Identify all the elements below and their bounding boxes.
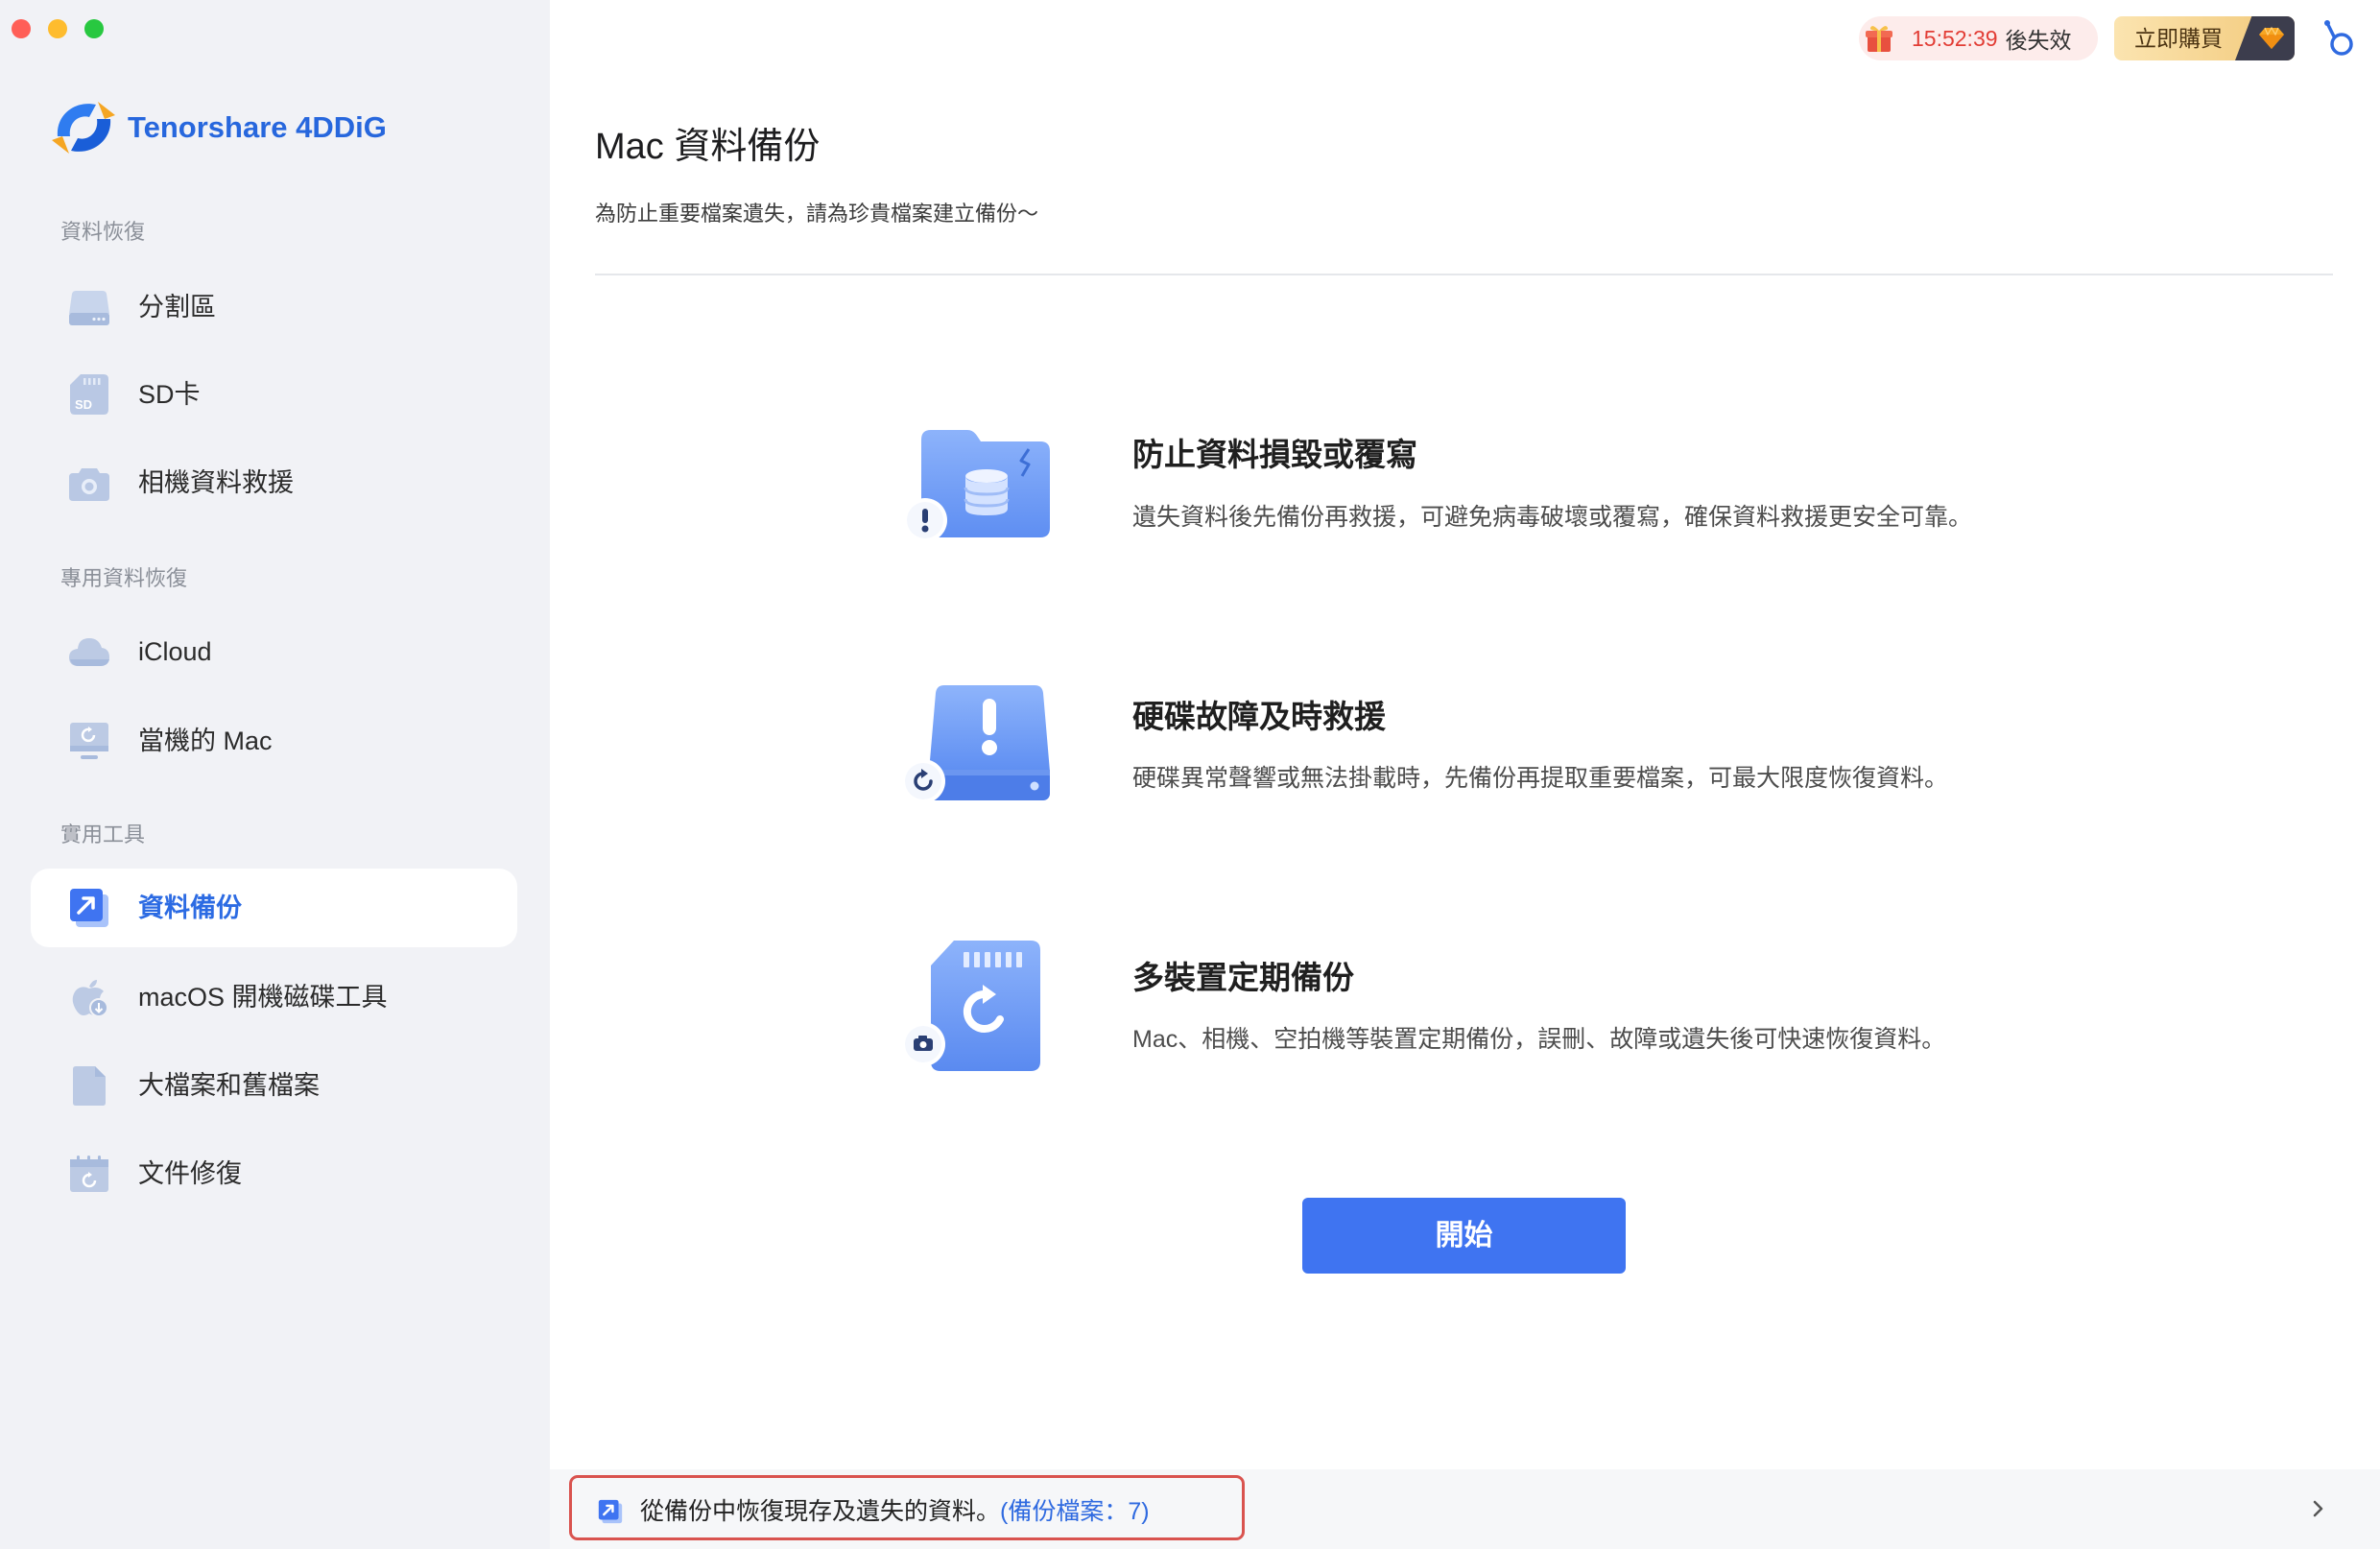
sd-icon-label: SD (75, 397, 92, 412)
window-close-button[interactable] (12, 19, 31, 38)
4ddig-logo-icon (52, 102, 115, 154)
section-label-data-recovery: 資料恢復 (60, 220, 146, 244)
buy-now-button[interactable]: 立即購買 (2114, 16, 2295, 60)
feature-description: 遺失資料後先備份再救援，可避免病毒破壞或覆寫，確保資料救援更安全可靠。 (1132, 504, 1973, 531)
window-zoom-button[interactable] (84, 19, 104, 38)
backup-files-count-link[interactable]: (備份檔案：7) (1000, 1498, 1150, 1525)
restore-from-backup-label: 從備份中恢復現存及遺失的資料。 (640, 1498, 1001, 1525)
header-divider (595, 274, 2333, 275)
sidebar-item-document-repair[interactable]: 文件修復 (31, 1134, 517, 1213)
restore-from-backup-text: 從備份中恢復現存及遺失的資料。(備份檔案：7) (640, 1493, 1150, 1530)
sidebar-item-label: macOS 開機磁碟工具 (138, 983, 388, 1012)
promo-countdown-badge[interactable]: 15:52:39 後失效 (1859, 16, 2098, 60)
start-button[interactable]: 開始 (1302, 1198, 1626, 1274)
file-icon (73, 1066, 106, 1106)
countdown-suffix: 後失效 (2005, 28, 2072, 53)
folder-database-icon (903, 430, 1050, 542)
sidebar-item-large-old-files[interactable]: 大檔案和舊檔案 (31, 1046, 517, 1125)
sidebar-item-icloud[interactable]: iCloud (31, 612, 517, 691)
sidebar-item-label: 相機資料救援 (138, 468, 294, 497)
chevron-right-icon[interactable] (2308, 1497, 2327, 1520)
sidebar-item-crashed-mac[interactable]: 當機的 Mac (31, 702, 517, 780)
sidebar-item-label: 文件修復 (138, 1159, 242, 1188)
sidebar-item-sd-card[interactable]: SD SD卡 (31, 355, 517, 434)
sidebar-item-macos-boot-disk[interactable]: macOS 開機磁碟工具 (31, 958, 517, 1037)
window-minimize-button[interactable] (48, 19, 67, 38)
sidebar-item-label: 當機的 Mac (138, 727, 273, 755)
feature-description: 硬碟異常聲響或無法掛載時，先備份再提取重要檔案，可最大限度恢復資料。 (1132, 765, 1949, 792)
drive-icon (69, 291, 109, 325)
section-label-utilities: 實用工具 (60, 822, 146, 846)
buy-badge (2235, 16, 2295, 60)
feature-description: Mac、相機、空拍機等裝置定期備份，誤刪、故障或遺失後可快速恢復資料。 (1132, 1026, 1946, 1053)
sidebar-item-camera-recovery[interactable]: 相機資料救援 (31, 443, 517, 522)
gift-icon (1866, 26, 1892, 52)
sidebar-item-label: 大檔案和舊檔案 (138, 1071, 320, 1100)
camera-icon (69, 468, 109, 501)
page-title: Mac 資料備份 (595, 127, 821, 167)
sidebar-item-label: 分割區 (138, 293, 216, 322)
sidebar-item-label: SD卡 (138, 380, 201, 409)
account-icon[interactable] (2319, 17, 2357, 58)
brand-name: Tenorshare 4DDiG (128, 110, 387, 144)
cloud-icon (69, 638, 109, 666)
sidebar: Tenorshare 4DDiG 資料恢復 分割區 SD SD卡 相機資料救援 … (0, 0, 550, 1549)
sidebar-item-label: 資料備份 (138, 894, 242, 922)
feature-title: 防止資料損毀或覆寫 (1132, 437, 1417, 472)
crashed-mac-icon (70, 723, 108, 759)
apple-disk-icon (72, 980, 108, 1017)
page-subtitle: 為防止重要檔案遺失，請為珍貴檔案建立備份～ (595, 202, 1039, 226)
sidebar-item-partition[interactable]: 分割區 (31, 268, 517, 346)
document-repair-icon (70, 1156, 108, 1192)
feature-title: 多裝置定期備份 (1132, 960, 1354, 995)
backup-restore-icon (598, 1499, 623, 1524)
sidebar-item-data-backup[interactable]: 資料備份 (31, 869, 517, 947)
countdown-time: 15:52:39 (1912, 25, 1998, 51)
sd-card-restore-icon (901, 941, 1040, 1071)
diamond-icon (2259, 26, 2284, 49)
sd-card-icon: SD (70, 374, 108, 415)
sidebar-item-label: iCloud (138, 637, 212, 666)
buy-now-label: 立即購買 (2134, 26, 2223, 51)
hard-drive-alert-icon (901, 685, 1050, 803)
feature-title: 硬碟故障及時救援 (1132, 699, 1386, 734)
backup-icon (70, 889, 108, 927)
section-label-special-recovery: 專用資料恢復 (60, 566, 188, 590)
